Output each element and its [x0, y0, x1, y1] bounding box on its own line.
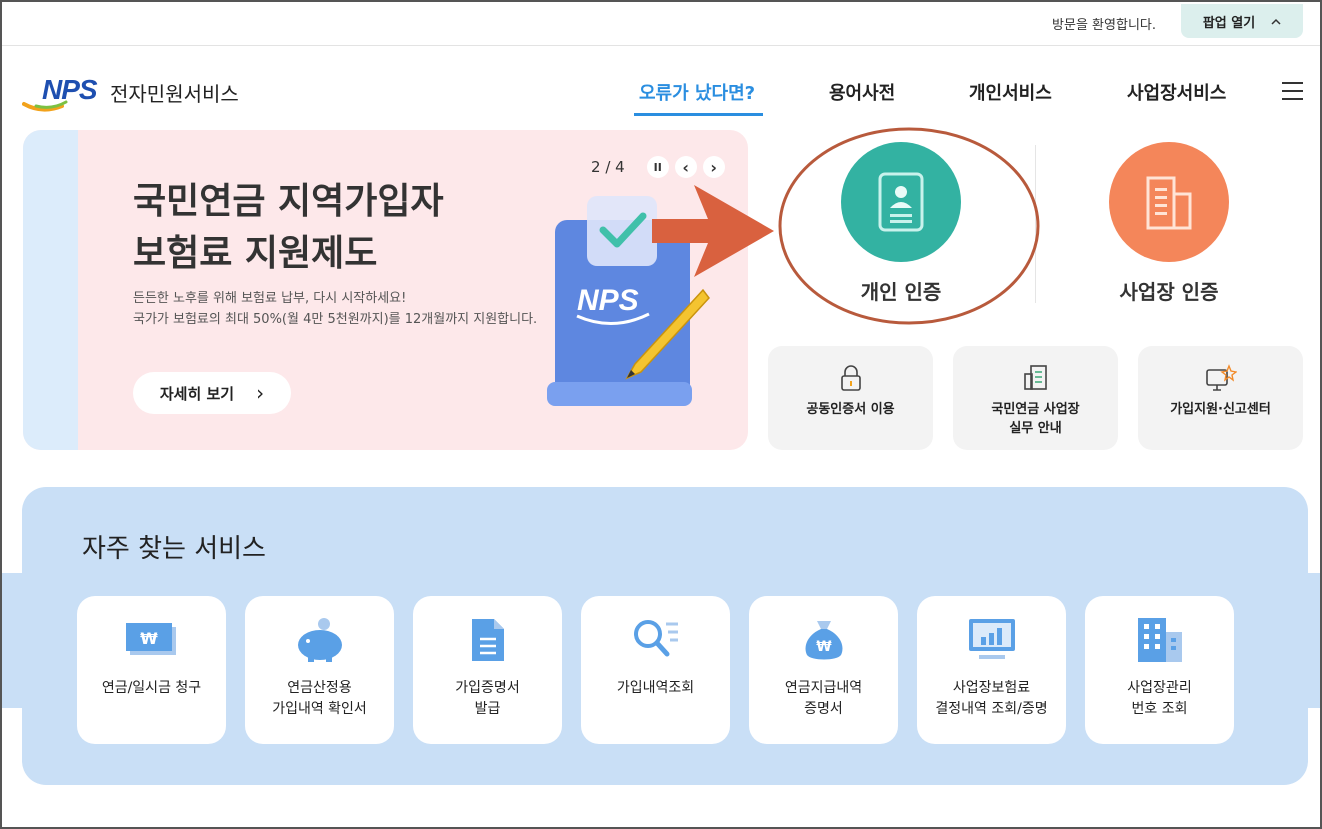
logo-letters: NPS: [42, 74, 98, 105]
illustration-nps-text: NPS: [577, 284, 639, 317]
site-logo[interactable]: NPS 전자민원서비스: [22, 74, 239, 114]
office-building-icon: [1085, 614, 1234, 666]
popup-label: 팝업 열기: [1202, 15, 1256, 31]
chevron-right-icon: ›: [256, 381, 265, 405]
frequent-services-title: 자주 찾는 서비스: [82, 534, 266, 564]
monitor-chart-icon: [917, 614, 1066, 666]
welcome-text: 방문을 환영합니다.: [1052, 18, 1156, 33]
service-enrollment-certificate[interactable]: 가입증명서 발급: [413, 596, 562, 744]
service-pension-calc-certificate[interactable]: 연금산정용 가입내역 확인서: [245, 596, 394, 744]
chevron-up-icon: [1271, 14, 1281, 29]
nav-active-underline: [634, 113, 763, 116]
annotation-arrow-icon: [652, 185, 774, 277]
svg-text:₩: ₩: [816, 639, 832, 655]
service-business-premium-decision[interactable]: 사업장보험료 결정내역 조회/증명: [917, 596, 1066, 744]
business-cert-button[interactable]: 사업장 인증: [1108, 142, 1230, 305]
service-enrollment-inquiry[interactable]: 가입내역조회: [581, 596, 730, 744]
chevron-left-icon[interactable]: ‹: [674, 156, 697, 178]
logo-service-name: 전자민원서비스: [110, 81, 239, 106]
search-list-icon: [581, 614, 730, 666]
pause-icon[interactable]: II: [646, 156, 669, 178]
banner-description: 든든한 노후를 위해 보험료 납부, 다시 시작하세요! 국가가 보험료의 최대…: [133, 291, 538, 327]
promo-banner: 국민연금 지역가입자 보험료 지원제도 든든한 노후를 위해 보험료 납부, 다…: [23, 130, 748, 450]
service-business-number-inquiry[interactable]: 사업장관리 번호 조회: [1085, 596, 1234, 744]
banner-more-button[interactable]: 자세히 보기 ›: [133, 372, 291, 414]
svg-text:₩: ₩: [140, 629, 158, 648]
support-center-quick-link[interactable]: 가입지원·신고센터: [1138, 346, 1303, 450]
banner-prev-slide-peek[interactable]: [23, 130, 78, 450]
hamburger-menu-icon[interactable]: [1282, 82, 1303, 100]
business-guide-quick-link[interactable]: 국민연금 사업장 실무 안내: [953, 346, 1118, 450]
won-bill-icon: ₩: [77, 614, 226, 666]
annotation-ellipse: [778, 127, 1040, 325]
joint-cert-quick-link[interactable]: 공동인증서 이용: [768, 346, 933, 450]
business-cert-label: 사업장 인증: [1119, 280, 1219, 304]
slide-counter: 2 / 4: [591, 158, 625, 176]
lock-icon: [768, 364, 933, 392]
nav-glossary[interactable]: 용어사전: [829, 79, 895, 105]
service-pension-payment-certificate[interactable]: ₩ 연금지급내역 증명서: [749, 596, 898, 744]
chevron-right-icon[interactable]: ›: [702, 156, 725, 178]
nav-error-help[interactable]: 오류가 났다면?: [639, 79, 755, 105]
nps-logo-mark: NPS: [22, 74, 108, 114]
piggy-bank-icon: [245, 614, 394, 666]
popup-open-button[interactable]: 팝업 열기: [1181, 4, 1303, 38]
monitor-star-icon: [1138, 364, 1303, 392]
slider-controls: 2 / 4 II ‹ ›: [591, 156, 725, 178]
service-pension-claim[interactable]: ₩ 연금/일시금 청구: [77, 596, 226, 744]
nav-business-service[interactable]: 사업장서비스: [1127, 79, 1226, 105]
money-bag-icon: ₩: [749, 614, 898, 666]
building-icon: [1109, 142, 1229, 262]
banner-title: 국민연금 지역가입자 보험료 지원제도: [133, 181, 444, 274]
top-utility-bar: 방문을 환영합니다. 팝업 열기: [2, 2, 1320, 46]
document-icon: [953, 364, 1118, 392]
file-list-icon: [413, 614, 562, 666]
nav-personal-service[interactable]: 개인서비스: [969, 79, 1052, 105]
